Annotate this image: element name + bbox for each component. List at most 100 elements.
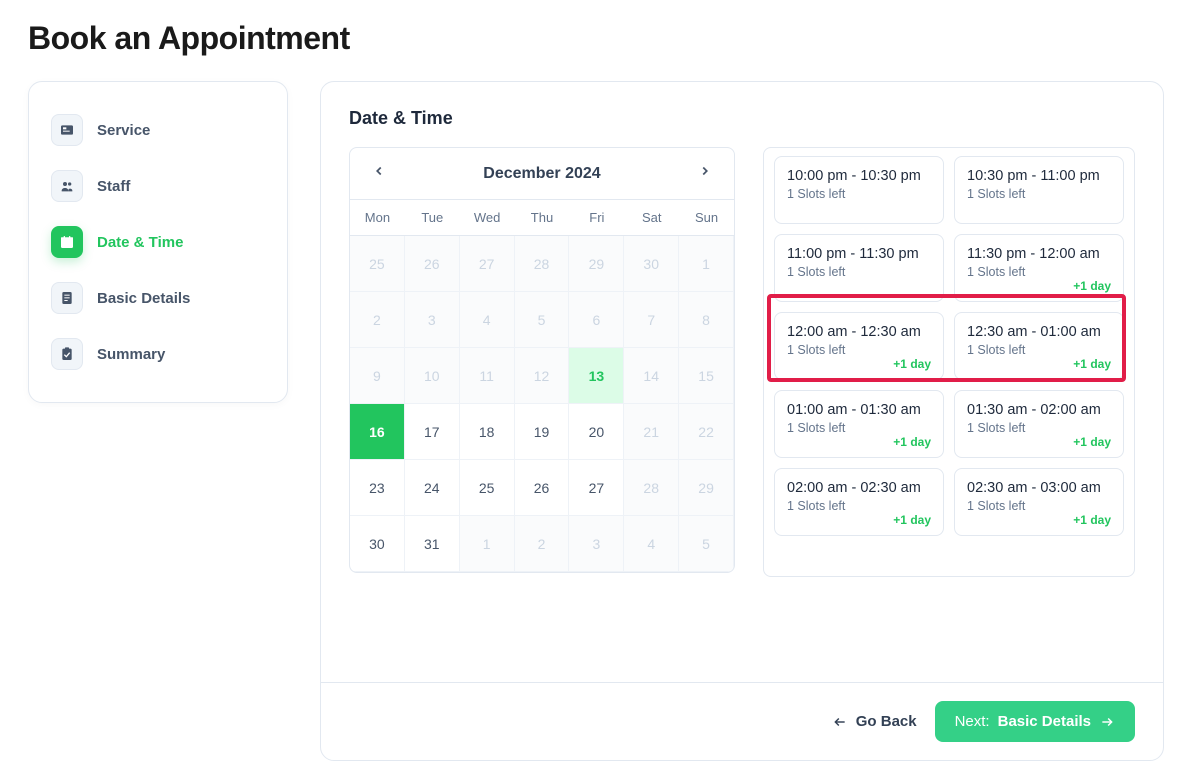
slots-left-label: 1 Slots left xyxy=(787,187,931,201)
plus-day-badge: +1 day xyxy=(1073,357,1111,371)
sidebar-item-staff[interactable]: Staff xyxy=(43,158,273,214)
plus-day-badge: +1 day xyxy=(893,513,931,527)
calendar-day-cell: 21 xyxy=(624,404,679,460)
calendar-day-cell: 27 xyxy=(460,236,515,292)
calendar-day-cell: 15 xyxy=(679,348,734,404)
next-strong: Basic Details xyxy=(998,713,1091,730)
calendar-day-cell: 28 xyxy=(624,460,679,516)
time-slot[interactable]: 11:00 pm - 11:30 pm1 Slots left xyxy=(774,234,944,302)
calendar-day-cell: 30 xyxy=(624,236,679,292)
sidebar-item-service[interactable]: Service xyxy=(43,102,273,158)
calendar-day-cell[interactable]: 13 xyxy=(569,348,624,404)
time-slot[interactable]: 12:00 am - 12:30 am1 Slots left+1 day xyxy=(774,312,944,380)
time-slots-panel[interactable]: 10:00 pm - 10:30 pm1 Slots left10:30 pm … xyxy=(763,147,1135,577)
slots-left-label: 1 Slots left xyxy=(967,421,1111,435)
time-slot[interactable]: 10:30 pm - 11:00 pm1 Slots left xyxy=(954,156,1124,224)
calendar-icon xyxy=(51,226,83,258)
calendar-day-cell[interactable]: 19 xyxy=(515,404,570,460)
next-prefix: Next: xyxy=(955,713,990,730)
card-icon xyxy=(51,114,83,146)
calendar-day-cell: 14 xyxy=(624,348,679,404)
calendar: December 2024 MonTueWedThuFriSatSun25262… xyxy=(349,147,735,573)
slots-left-label: 1 Slots left xyxy=(967,499,1111,513)
steps-sidebar: ServiceStaff Date & Time Basic Details Summ… xyxy=(28,81,288,403)
calendar-day-cell: 9 xyxy=(350,348,405,404)
page-title: Book an Appointment xyxy=(28,20,1164,57)
calendar-day-cell[interactable]: 26 xyxy=(515,460,570,516)
time-slot[interactable]: 10:00 pm - 10:30 pm1 Slots left xyxy=(774,156,944,224)
calendar-day-cell[interactable]: 30 xyxy=(350,516,405,572)
calendar-day-cell[interactable]: 31 xyxy=(405,516,460,572)
sidebar-item-details[interactable]: Basic Details xyxy=(43,270,273,326)
plus-day-badge: +1 day xyxy=(893,357,931,371)
calendar-day-cell: 1 xyxy=(679,236,734,292)
sidebar-item-summary[interactable]: Summary xyxy=(43,326,273,382)
slots-left-label: 1 Slots left xyxy=(787,499,931,513)
calendar-day-cell[interactable]: 17 xyxy=(405,404,460,460)
calendar-day-cell[interactable]: 24 xyxy=(405,460,460,516)
slots-left-label: 1 Slots left xyxy=(967,187,1111,201)
sidebar-item-label: Basic Details xyxy=(97,290,190,307)
calendar-day-cell: 8 xyxy=(679,292,734,348)
calendar-day-cell: 10 xyxy=(405,348,460,404)
document-icon xyxy=(51,282,83,314)
calendar-day-header: Wed xyxy=(460,200,515,236)
calendar-day-cell: 2 xyxy=(515,516,570,572)
slot-time-label: 01:00 am - 01:30 am xyxy=(787,401,931,420)
time-slot[interactable]: 01:30 am - 02:00 am1 Slots left+1 day xyxy=(954,390,1124,458)
prev-month-button[interactable] xyxy=(368,160,390,187)
plus-day-badge: +1 day xyxy=(893,435,931,449)
calendar-day-cell[interactable]: 27 xyxy=(569,460,624,516)
time-slot[interactable]: 12:30 am - 01:00 am1 Slots left+1 day xyxy=(954,312,1124,380)
time-slot[interactable]: 02:30 am - 03:00 am1 Slots left+1 day xyxy=(954,468,1124,536)
calendar-day-header: Tue xyxy=(405,200,460,236)
plus-day-badge: +1 day xyxy=(1073,435,1111,449)
calendar-day-cell: 29 xyxy=(569,236,624,292)
slots-left-label: 1 Slots left xyxy=(787,343,931,357)
slot-time-label: 10:30 pm - 11:00 pm xyxy=(967,167,1111,186)
plus-day-badge: +1 day xyxy=(1073,279,1111,293)
section-title: Date & Time xyxy=(349,108,1135,129)
main-panel: Date & Time December 2024 MonTueWedThuFr… xyxy=(320,81,1164,761)
next-month-button[interactable] xyxy=(694,160,716,187)
time-slot[interactable]: 01:00 am - 01:30 am1 Slots left+1 day xyxy=(774,390,944,458)
calendar-day-header: Thu xyxy=(515,200,570,236)
go-back-button[interactable]: Go Back xyxy=(832,713,917,730)
calendar-day-cell: 1 xyxy=(460,516,515,572)
calendar-day-cell[interactable]: 20 xyxy=(569,404,624,460)
calendar-day-cell: 29 xyxy=(679,460,734,516)
calendar-day-header: Sat xyxy=(624,200,679,236)
sidebar-item-label: Date & Time xyxy=(97,234,183,251)
clipboard-check-icon xyxy=(51,338,83,370)
calendar-day-cell: 3 xyxy=(405,292,460,348)
users-icon xyxy=(51,170,83,202)
slots-left-label: 1 Slots left xyxy=(787,265,931,279)
calendar-day-cell: 11 xyxy=(460,348,515,404)
time-slot[interactable]: 02:00 am - 02:30 am1 Slots left+1 day xyxy=(774,468,944,536)
calendar-day-header: Sun xyxy=(679,200,734,236)
next-button[interactable]: Next: Basic Details xyxy=(935,701,1135,742)
arrow-left-icon xyxy=(832,715,848,729)
calendar-day-header: Mon xyxy=(350,200,405,236)
calendar-day-cell[interactable]: 16 xyxy=(350,404,405,460)
calendar-day-cell[interactable]: 23 xyxy=(350,460,405,516)
sidebar-item-datetime[interactable]: Date & Time xyxy=(43,214,273,270)
calendar-day-cell: 25 xyxy=(350,236,405,292)
time-slot[interactable]: 11:30 pm - 12:00 am1 Slots left+1 day xyxy=(954,234,1124,302)
go-back-label: Go Back xyxy=(856,713,917,730)
slot-time-label: 12:00 am - 12:30 am xyxy=(787,323,931,342)
calendar-day-cell: 6 xyxy=(569,292,624,348)
calendar-day-cell: 22 xyxy=(679,404,734,460)
calendar-month-label: December 2024 xyxy=(483,165,600,183)
calendar-day-cell: 5 xyxy=(515,292,570,348)
slot-time-label: 01:30 am - 02:00 am xyxy=(967,401,1111,420)
slot-time-label: 02:00 am - 02:30 am xyxy=(787,479,931,498)
slots-left-label: 1 Slots left xyxy=(967,343,1111,357)
calendar-day-cell: 26 xyxy=(405,236,460,292)
arrow-right-icon xyxy=(1099,715,1115,729)
calendar-day-cell[interactable]: 18 xyxy=(460,404,515,460)
calendar-day-cell: 7 xyxy=(624,292,679,348)
slot-time-label: 11:00 pm - 11:30 pm xyxy=(787,245,931,264)
slot-time-label: 10:00 pm - 10:30 pm xyxy=(787,167,931,186)
calendar-day-cell[interactable]: 25 xyxy=(460,460,515,516)
